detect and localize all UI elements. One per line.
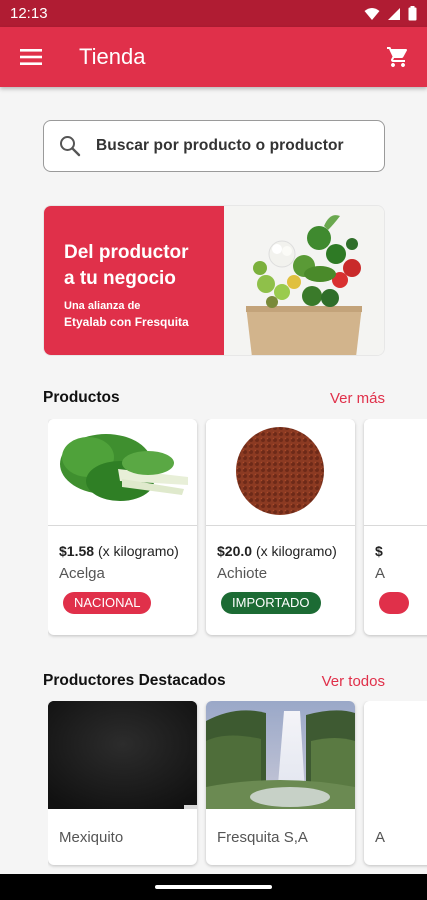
product-name: A — [375, 565, 386, 582]
menu-button[interactable] — [0, 27, 62, 87]
app-bar: Tienda — [0, 27, 427, 87]
search-icon — [44, 135, 96, 157]
producer-image — [364, 701, 427, 809]
status-icons — [364, 6, 417, 21]
achiote-seeds-image — [236, 427, 324, 515]
price-value: $ — [375, 543, 383, 559]
origin-badge: NACIONAL — [63, 592, 152, 614]
status-bar: 12:13 — [0, 0, 427, 27]
banner-title-line2: a tu negocio — [64, 268, 176, 289]
product-card[interactable]: $20.0 (x kilogramo) Achiote IMPORTADO — [206, 419, 355, 635]
search-placeholder: Buscar por producto o productor — [96, 137, 344, 154]
origin-badge: IMPORTADO — [221, 592, 321, 614]
banner-image — [224, 206, 384, 355]
waterfall-image — [206, 701, 355, 809]
chard-image — [60, 434, 188, 501]
banner-subtitle-line2: Etyalab con Fresquita — [64, 315, 189, 329]
producer-card[interactable]: A — [364, 701, 427, 865]
origin-badge — [379, 592, 409, 614]
producer-image — [48, 701, 197, 809]
product-price: $20.0 (x kilogramo) — [217, 543, 355, 559]
cart-button[interactable] — [369, 27, 427, 87]
cart-icon — [387, 47, 408, 67]
promo-banner[interactable]: Del productor a tu negocio Una alianza d… — [43, 205, 385, 356]
products-section-header: Productos Ver más — [43, 389, 385, 407]
producer-name: A — [375, 829, 386, 846]
battery-icon — [408, 6, 417, 21]
search-input[interactable]: Buscar por producto o productor — [43, 120, 385, 172]
home-gesture-handle[interactable] — [155, 885, 272, 889]
price-value: $1.58 — [59, 543, 95, 559]
banner-title-line1: Del productor — [64, 242, 189, 263]
product-image — [48, 419, 197, 526]
producers-section-header: Productores Destacados Ver todos — [43, 672, 385, 690]
price-unit: (x kilogramo) — [255, 543, 337, 559]
system-navigation-bar — [0, 874, 427, 900]
producers-see-all-link[interactable]: Ver todos — [322, 673, 385, 690]
page-title: Tienda — [79, 44, 146, 69]
producers-carousel[interactable]: Mexiquito Fresquita S,A A — [48, 701, 427, 869]
banner-subtitle-line1: Una alianza de — [64, 300, 141, 312]
price-value: $20.0 — [217, 543, 253, 559]
product-image — [364, 419, 427, 526]
producer-image — [206, 701, 355, 809]
product-card[interactable]: $1.58 (x kilogramo) Acelga NACIONAL — [48, 419, 197, 635]
vegetable-bag-image — [224, 206, 384, 355]
banner-text: Del productor a tu negocio Una alianza d… — [44, 206, 224, 355]
product-price: $ — [375, 543, 427, 559]
products-carousel[interactable]: $1.58 (x kilogramo) Acelga NACIONAL $20.… — [48, 419, 427, 639]
status-time: 12:13 — [10, 5, 48, 22]
producer-logo-image — [48, 701, 197, 809]
banner-subtitle: Una alianza de Etyalab con Fresquita — [64, 298, 224, 331]
product-name: Acelga — [59, 565, 105, 582]
producer-card[interactable]: Mexiquito — [48, 701, 197, 865]
product-image — [206, 419, 355, 526]
product-name: Achiote — [217, 565, 268, 582]
price-unit: (x kilogramo) — [97, 543, 179, 559]
producer-card[interactable]: Fresquita S,A — [206, 701, 355, 865]
menu-icon — [20, 49, 42, 65]
product-card[interactable]: $ A — [364, 419, 427, 635]
producers-section-title: Productores Destacados — [43, 672, 226, 689]
signal-icon — [388, 7, 400, 20]
product-price: $1.58 (x kilogramo) — [59, 543, 197, 559]
wifi-icon — [364, 7, 380, 20]
producer-name: Mexiquito — [59, 829, 124, 846]
products-section-title: Productos — [43, 389, 120, 406]
producer-name: Fresquita S,A — [217, 829, 308, 846]
products-see-more-link[interactable]: Ver más — [330, 390, 385, 407]
